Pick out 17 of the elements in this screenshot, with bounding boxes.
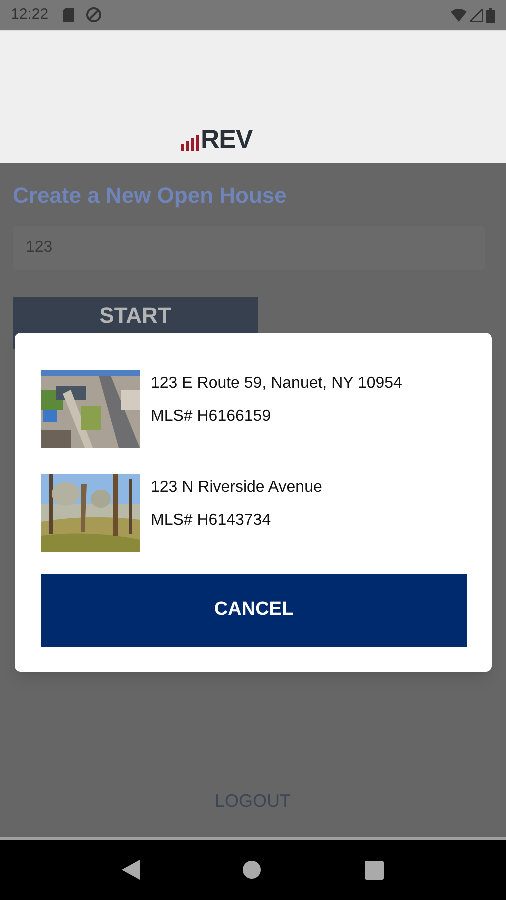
listing-address[interactable]: 123 N Riverside Avenue — [151, 476, 322, 500]
logo-text: REV — [201, 127, 253, 151]
sd-card-icon — [62, 8, 74, 22]
battery-icon — [486, 8, 495, 22]
signal-icon — [470, 8, 483, 22]
bars-icon — [181, 135, 199, 151]
listing-address[interactable]: 123 E Route 59, Nanuet, NY 10954 — [151, 372, 402, 396]
listing-mls-number: MLS# H6166159 — [151, 407, 272, 427]
recents-icon[interactable] — [365, 860, 384, 880]
page-title: Create a New Open House — [13, 182, 288, 210]
listing-mls-number: MLS# H6143734 — [151, 511, 272, 531]
no-disturb-icon — [86, 7, 102, 23]
back-icon[interactable] — [122, 860, 140, 880]
cancel-button[interactable]: CANCEL — [41, 574, 467, 647]
status-time: 12:22 — [11, 4, 49, 25]
home-icon[interactable] — [243, 861, 262, 879]
wifi-icon — [451, 8, 467, 22]
